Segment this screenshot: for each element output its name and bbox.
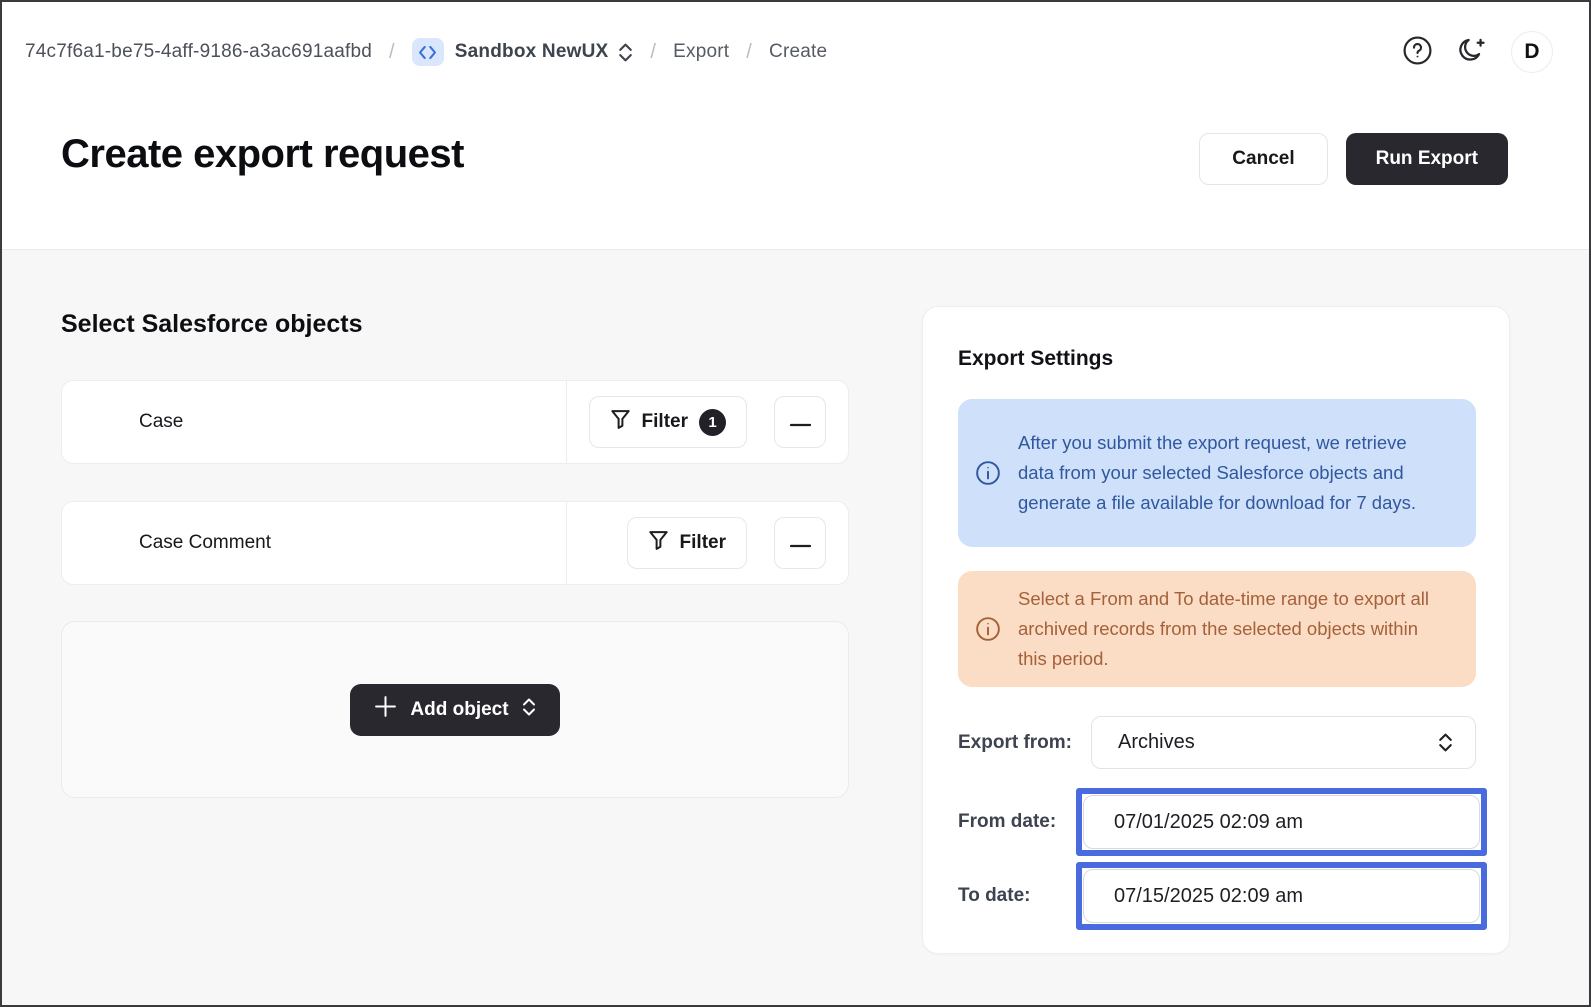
export-create-page: 74c7f6a1-be75-4aff-9186-a3ac691aafbd / S… [0,0,1591,1007]
breadcrumb-separator: / [650,41,656,64]
info-icon [958,460,1018,486]
filter-button-label: Filter [642,411,688,433]
moon-plus-icon [1457,36,1487,69]
object-row-case-comment: Case Comment Filter [61,501,849,585]
from-date-highlight-box [1076,788,1487,856]
page-title: Create export request [61,132,464,177]
remove-object-button-case-comment[interactable] [774,517,826,569]
breadcrumb: 74c7f6a1-be75-4aff-9186-a3ac691aafbd / S… [25,38,827,66]
breadcrumb-section[interactable]: Export [673,41,729,63]
minus-icon [790,415,811,430]
info-icon [958,616,1018,642]
breadcrumb-org-id[interactable]: 74c7f6a1-be75-4aff-9186-a3ac691aafbd [25,41,372,63]
object-name: Case [62,411,183,433]
avatar[interactable]: D [1511,31,1553,73]
breadcrumb-separator: / [746,41,752,64]
objects-section-heading: Select Salesforce objects [61,310,363,339]
breadcrumb-page[interactable]: Create [769,41,827,63]
to-date-label: To date: [958,885,1030,907]
topbar-actions: D [1402,31,1553,73]
code-icon [412,38,444,66]
add-object-dropzone: Add object [61,621,849,798]
avatar-initial: D [1524,40,1539,64]
cancel-button[interactable]: Cancel [1199,133,1327,185]
from-date-input[interactable] [1083,795,1480,849]
remove-object-button-case[interactable] [774,396,826,448]
environment-switcher-icon[interactable] [618,43,633,62]
add-object-label: Add object [410,699,508,721]
object-row-actions: Filter [627,517,826,569]
export-settings-card: Export Settings After you submit the exp… [922,306,1510,954]
object-name: Case Comment [62,532,271,554]
filter-button-case-comment[interactable]: Filter [627,517,747,569]
export-from-select[interactable]: Archives [1091,716,1476,769]
chevron-up-down-icon [1438,733,1453,752]
info-note: After you submit the export request, we … [958,399,1476,547]
minus-icon [790,536,811,551]
from-date-label: From date: [958,811,1056,833]
filter-button-case[interactable]: Filter 1 [589,396,747,448]
filter-count-badge: 1 [699,409,726,436]
export-settings-heading: Export Settings [958,347,1113,371]
theme-toggle-button[interactable] [1457,36,1487,69]
plus-icon [374,695,397,724]
info-note-text: After you submit the export request, we … [1018,428,1450,518]
warning-note: Select a From and To date-time range to … [958,571,1476,687]
object-row-case: Case Filter 1 [61,380,849,464]
main-content: Select Salesforce objects Case Filter 1 [2,249,1589,1005]
object-row-actions: Filter 1 [589,396,826,448]
help-button[interactable] [1402,35,1433,69]
chevron-up-down-icon [522,698,536,722]
to-date-highlight-box [1076,862,1487,930]
export-from-value: Archives [1118,731,1195,754]
filter-button-label: Filter [680,532,726,554]
funnel-icon [648,530,669,557]
topbar: 74c7f6a1-be75-4aff-9186-a3ac691aafbd / S… [2,2,1589,102]
funnel-icon [610,409,631,436]
title-bar: Create export request Cancel Run Export [2,102,1589,249]
add-object-button[interactable]: Add object [350,684,559,736]
export-from-label: Export from: [958,732,1072,754]
title-actions: Cancel Run Export [1199,133,1508,185]
breadcrumb-environment[interactable]: Sandbox NewUX [455,41,609,63]
run-export-button[interactable]: Run Export [1346,133,1508,185]
row-divider [566,502,567,584]
help-circle-icon [1402,35,1433,69]
breadcrumb-separator: / [389,41,395,64]
warning-note-text: Select a From and To date-time range to … [1018,584,1450,674]
to-date-input[interactable] [1083,869,1480,923]
row-divider [566,381,567,463]
